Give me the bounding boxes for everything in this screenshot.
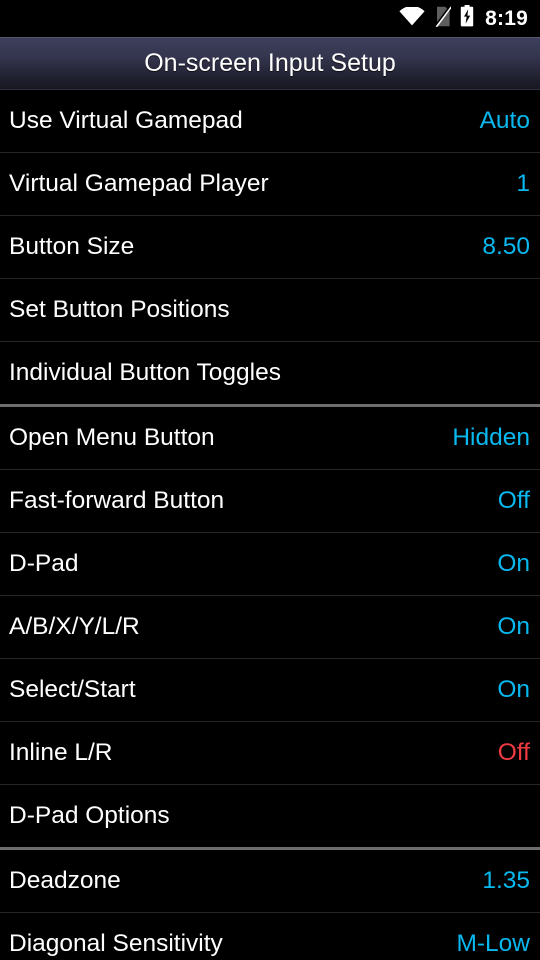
settings-row-label: Button Size [9,232,135,260]
settings-row-value: 8.50 [482,232,530,260]
settings-row-label: Diagonal Sensitivity [9,929,223,957]
settings-row-label: Use Virtual Gamepad [9,106,243,134]
settings-row[interactable]: Open Menu Button Hidden [0,407,540,469]
settings-row-value: Off [497,486,530,514]
settings-row-label: D-Pad [9,549,79,577]
settings-row[interactable]: Deadzone 1.35 [0,850,540,912]
settings-row-label: D-Pad Options [9,801,170,829]
settings-row[interactable]: Select/Start On [0,659,540,721]
settings-row-value: Hidden [452,423,530,451]
app-screen: 8:19 On-screen Input Setup Use Virtual G… [0,0,540,960]
settings-row-label: Individual Button Toggles [9,358,281,386]
settings-row[interactable]: A/B/X/Y/L/R On [0,596,540,658]
settings-row[interactable]: Set Button Positions [0,279,540,341]
settings-row-label: Deadzone [9,866,121,894]
status-bar: 8:19 [0,0,540,37]
wifi-icon [399,5,425,31]
settings-row-value: Off [497,738,530,766]
settings-row-label: Fast-forward Button [9,486,225,514]
settings-row-label: Inline L/R [9,738,113,766]
settings-row-label: Virtual Gamepad Player [9,169,269,197]
settings-row-label: Open Menu Button [9,423,215,451]
settings-row[interactable]: Individual Button Toggles [0,342,540,404]
settings-row-value: 1 [516,169,530,197]
status-bar-clock: 8:19 [485,7,528,30]
settings-row-value: M-Low [456,929,530,957]
battery-charging-icon [460,5,474,32]
settings-row[interactable]: Button Size 8.50 [0,216,540,278]
settings-row-value: On [497,612,530,640]
settings-row[interactable]: Fast-forward Button Off [0,470,540,532]
no-sim-icon [434,5,453,32]
settings-row-label: Select/Start [9,675,136,703]
settings-row[interactable]: Inline L/R Off [0,722,540,784]
page-title: On-screen Input Setup [144,49,396,77]
settings-row[interactable]: D-Pad On [0,533,540,595]
settings-row-label: A/B/X/Y/L/R [9,612,140,640]
settings-row-value: On [497,549,530,577]
settings-row[interactable]: Diagonal Sensitivity M-Low [0,913,540,960]
settings-list[interactable]: Use Virtual Gamepad Auto Virtual Gamepad P… [0,90,540,960]
settings-row[interactable]: Use Virtual Gamepad Auto [0,90,540,152]
settings-row-label: Set Button Positions [9,295,230,323]
settings-row-value: Auto [479,106,530,134]
settings-row[interactable]: D-Pad Options [0,785,540,847]
settings-row-value: On [497,675,530,703]
settings-row-value: 1.35 [482,866,530,894]
settings-row[interactable]: Virtual Gamepad Player 1 [0,153,540,215]
title-bar: On-screen Input Setup [0,37,540,90]
